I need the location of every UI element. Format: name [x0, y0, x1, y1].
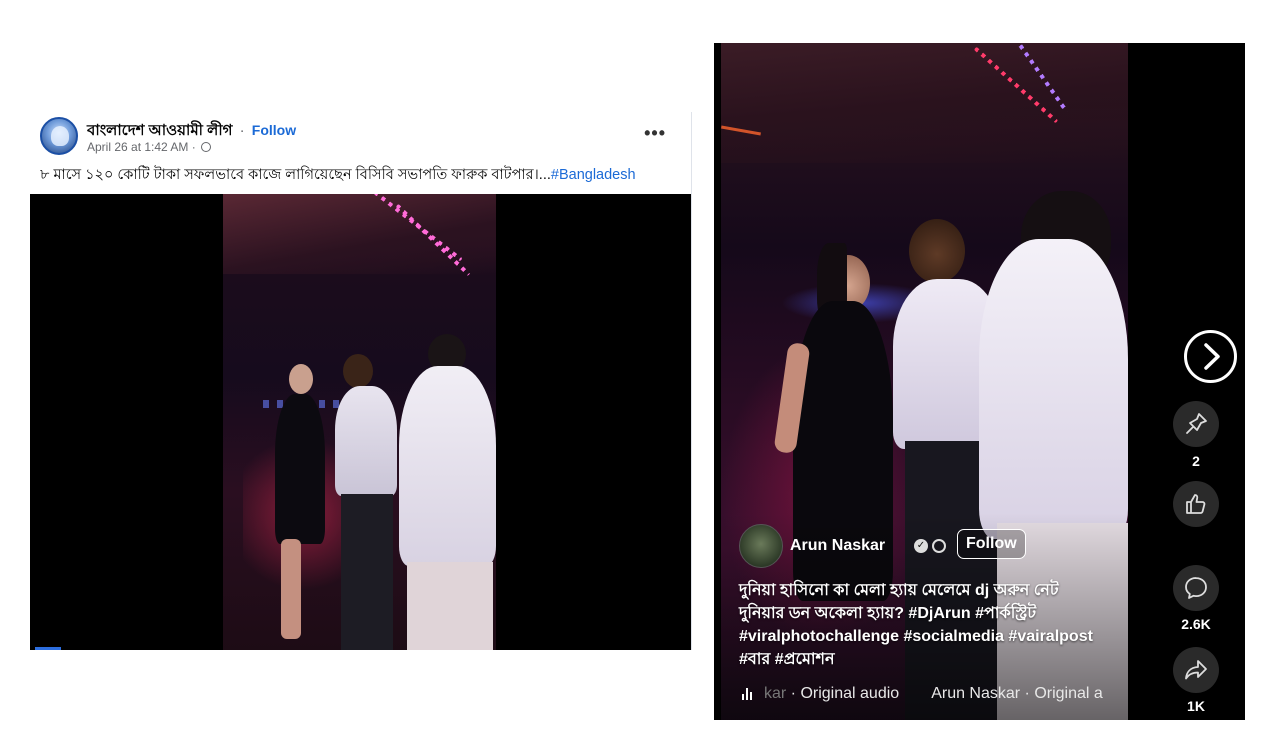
post-header: বাংলাদেশ আওয়ামী লীগ · Follow April 26 a…	[40, 117, 680, 157]
person-white-top	[979, 239, 1128, 539]
person-white-trousers	[407, 562, 493, 650]
caption-line: দুনিয়ার ডন অকেলা হ্যায়? #DjArun #পার্ক…	[739, 605, 1037, 622]
share-count: 1K	[1187, 698, 1205, 714]
audio-attribution[interactable]: kar · Original audio Arun Naskar · Origin…	[742, 685, 1120, 707]
share-icon	[1185, 660, 1207, 680]
author-name[interactable]: Arun Naskar	[790, 537, 885, 555]
post-meta: April 26 at 1:42 AM ·	[87, 140, 212, 154]
screenshot-root: বাংলাদেশ আওয়ামী লীগ · Follow April 26 a…	[0, 0, 1268, 756]
page-avatar[interactable]	[40, 117, 78, 155]
post-caption: ৮ মাসে ১২০ কোটি টাকা সফলভাবে কাজে লাগিয়…	[40, 164, 636, 188]
person-black-dress	[275, 394, 325, 544]
follow-button[interactable]: Follow	[252, 122, 296, 138]
facebook-post: বাংলাদেশ আওয়ামী লীগ · Follow April 26 a…	[30, 112, 692, 650]
post-caption-text: ৮ মাসে ১২০ কোটি টাকা সফলভাবে কাজে লাগিয়…	[40, 167, 551, 183]
meta-separator: ·	[191, 140, 196, 154]
comment-count: 2.6K	[1181, 616, 1211, 632]
author-avatar[interactable]	[739, 524, 783, 568]
post-video[interactable]	[30, 194, 691, 650]
person-trousers	[341, 494, 393, 650]
page-name[interactable]: বাংলাদেশ আওয়ামী লীগ	[87, 122, 232, 139]
person-white-shirt	[335, 386, 397, 496]
comment-button[interactable]	[1173, 565, 1219, 611]
reel-viewer: Arun Naskar ✓ Follow দুনিয়া হাসিনো কা ম…	[714, 43, 1245, 720]
more-options-button[interactable]: •••	[644, 123, 666, 144]
caption-line: #বার #প্রমোশন	[739, 651, 835, 668]
audio-wave-icon	[742, 688, 754, 702]
caption-line: #viralphotochallenge #socialmedia #vaira…	[739, 628, 1093, 645]
comment-icon	[1185, 577, 1207, 599]
verified-icon: ✓	[914, 539, 928, 553]
save-button[interactable]	[1173, 401, 1219, 447]
save-count: 2	[1192, 453, 1200, 469]
separator-dot: ·	[239, 122, 245, 139]
person-head	[343, 354, 373, 388]
person-white-top	[399, 366, 496, 566]
share-button[interactable]	[1173, 647, 1219, 693]
like-button[interactable]	[1173, 481, 1219, 527]
globe-icon	[201, 142, 212, 152]
follow-button[interactable]: Follow	[957, 529, 1026, 559]
reel-caption[interactable]: দুনিয়া হাসিনো কা মেলা হ্যায় মেলেমে dj …	[739, 579, 1119, 671]
person-head	[289, 364, 313, 394]
person-head	[909, 219, 965, 283]
next-reel-button[interactable]	[1184, 330, 1237, 383]
caption-line: দুনিয়া হাসিনো কা মেলা হ্যায় মেলেমে dj …	[739, 582, 1059, 599]
chevron-right-icon	[1204, 343, 1220, 370]
person-legs	[281, 539, 301, 639]
audio-track-label[interactable]: kar · Original audio Arun Naskar · Origin…	[764, 685, 1103, 703]
video-progress-bar[interactable]	[35, 647, 61, 650]
thumbs-up-icon	[1186, 494, 1206, 514]
post-timestamp[interactable]: April 26 at 1:42 AM	[87, 140, 188, 154]
pin-icon	[1186, 413, 1207, 434]
hashtag-link[interactable]: #Bangladesh	[551, 167, 636, 183]
globe-icon	[932, 539, 946, 553]
ceiling-panel	[721, 43, 1128, 163]
video-frame	[223, 194, 496, 650]
